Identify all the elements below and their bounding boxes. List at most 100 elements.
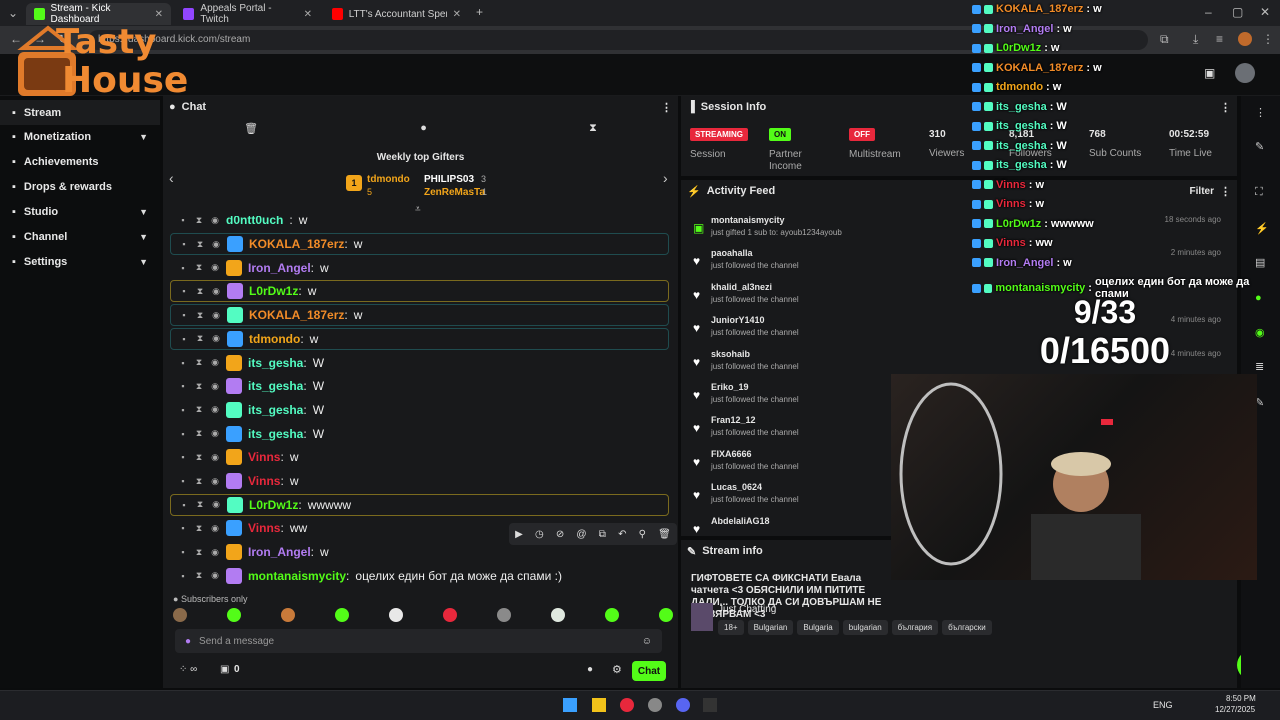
- notes-icon[interactable]: ▤: [1255, 256, 1265, 269]
- timer-icon[interactable]: ⧗: [195, 286, 205, 297]
- username[interactable]: KOKALA_187erz: [249, 308, 344, 322]
- username[interactable]: L0rDw1z: [249, 284, 298, 298]
- gift-icon[interactable]: ▣: [220, 664, 229, 675]
- sidebar-item-studio[interactable]: ▪Studio▼: [0, 199, 160, 224]
- profile-avatar[interactable]: [1238, 32, 1252, 46]
- filter-button[interactable]: Filter: [1190, 186, 1214, 197]
- emote-icon[interactable]: [497, 608, 511, 622]
- gear-icon[interactable]: ⚙: [612, 663, 622, 676]
- chat-message[interactable]: ▪⧗◉tdmondo:w: [170, 328, 669, 350]
- emote-icon[interactable]: [389, 608, 403, 622]
- close-tab-icon[interactable]: ✕: [453, 9, 461, 20]
- shield-icon[interactable]: ◉: [211, 333, 221, 344]
- shield-icon[interactable]: ◉: [211, 239, 221, 250]
- emote-icon[interactable]: [173, 608, 187, 622]
- shield-icon[interactable]: ◉: [210, 357, 220, 368]
- chat-message[interactable]: ▪⧗◉L0rDw1z:wwwww: [170, 494, 669, 516]
- pin-icon[interactable]: ⚲: [639, 529, 646, 540]
- sidebar-item-stream[interactable]: ▪Stream: [0, 100, 160, 125]
- prev-icon[interactable]: ‹: [169, 170, 174, 186]
- new-tab-icon[interactable]: +: [476, 5, 483, 19]
- broadcast-icon[interactable]: ◉: [1255, 326, 1265, 339]
- send-message-input[interactable]: ● Send a message ☺: [175, 629, 662, 653]
- username[interactable]: its_gesha: [248, 356, 303, 370]
- shield-icon[interactable]: ◉: [210, 452, 220, 463]
- terminal-icon[interactable]: [703, 698, 717, 712]
- shield-icon[interactable]: ◉: [210, 547, 220, 558]
- clock-date[interactable]: 12/27/2025: [1215, 705, 1255, 714]
- emoji-icon[interactable]: ☺: [642, 636, 652, 647]
- chat-message[interactable]: ▪⧗◉its_gesha:W: [170, 399, 669, 421]
- username[interactable]: montanaismycity: [248, 569, 346, 583]
- chat-message[interactable]: ▪⧗◉KOKALA_187erz:w: [170, 233, 669, 255]
- tag[interactable]: Bulgaria: [797, 620, 838, 635]
- emote-icon[interactable]: [605, 608, 619, 622]
- activity-user[interactable]: sksohaib: [711, 349, 750, 359]
- discord-icon[interactable]: [676, 698, 690, 712]
- tag[interactable]: български: [942, 620, 992, 635]
- timer-icon[interactable]: ⧗: [194, 523, 204, 534]
- chat-mode-icon[interactable]: ●: [420, 122, 427, 140]
- username[interactable]: Vinns: [248, 521, 280, 535]
- trash-icon[interactable]: ▪: [178, 547, 188, 557]
- shield-icon[interactable]: ◉: [211, 499, 221, 510]
- copy-icon[interactable]: ⧉: [599, 529, 606, 540]
- timer-icon[interactable]: ⧗: [194, 476, 204, 487]
- shield-icon[interactable]: ◉: [211, 286, 221, 297]
- pencil-icon[interactable]: ✎: [1255, 140, 1264, 153]
- maximize-icon[interactable]: ▢: [1232, 5, 1243, 19]
- sidebar-item-monetization[interactable]: ▪Monetization▼: [0, 124, 160, 149]
- sidebar-item-channel[interactable]: ▪Channel▼: [0, 224, 160, 249]
- trash-icon[interactable]: ▪: [178, 429, 188, 439]
- points-icon[interactable]: ⁘ ∞: [179, 664, 197, 675]
- activity-user[interactable]: FIXA6666: [711, 449, 752, 459]
- clock-time[interactable]: 8:50 PM: [1226, 694, 1256, 703]
- chat-message[interactable]: ▪⧗◉KOKALA_187erz:w: [170, 304, 669, 326]
- username[interactable]: Vinns: [248, 450, 280, 464]
- reply-icon[interactable]: @: [576, 529, 586, 540]
- trash-icon[interactable]: ▪: [178, 405, 188, 415]
- timer-icon[interactable]: ⧗: [589, 122, 597, 140]
- timer-icon[interactable]: ⧗: [194, 357, 204, 368]
- start-icon[interactable]: [563, 698, 577, 712]
- emote-icon[interactable]: [281, 608, 295, 622]
- activity-user[interactable]: Fran12_12: [711, 415, 756, 425]
- chat-message[interactable]: ▪⧗◉Vinns:w: [170, 470, 669, 492]
- chat-message[interactable]: ▪⧗◉ d0ntt0uch: w: [170, 216, 669, 231]
- trash-icon[interactable]: ▪: [178, 571, 188, 581]
- play-icon[interactable]: ▶: [515, 529, 523, 540]
- lightning-icon[interactable]: ⚡: [1255, 222, 1269, 235]
- list-icon[interactable]: ≣: [1255, 360, 1264, 373]
- timer-icon[interactable]: ⧗: [195, 310, 205, 321]
- ban-icon[interactable]: ⊘: [556, 529, 564, 540]
- emote-icon[interactable]: [659, 608, 673, 622]
- activity-menu-icon[interactable]: ⋮: [1220, 185, 1231, 198]
- username[interactable]: KOKALA_187erz: [249, 237, 344, 251]
- collapse-icon[interactable]: ⩡: [415, 204, 421, 215]
- shield-icon[interactable]: ◉: [210, 216, 220, 226]
- activity-user[interactable]: JuniorY1410: [711, 315, 765, 325]
- activity-user[interactable]: Eriko_19: [711, 382, 749, 392]
- chat-send-button[interactable]: Chat: [632, 661, 666, 681]
- shield-icon[interactable]: ◉: [210, 523, 220, 534]
- timer-icon[interactable]: ⧗: [194, 404, 204, 415]
- tab-twitch-appeals[interactable]: Appeals Portal - Twitch ✕: [175, 3, 320, 25]
- timer-icon[interactable]: ⧗: [194, 216, 204, 226]
- trash-icon[interactable]: ▪: [178, 523, 188, 533]
- trash-icon[interactable]: ▪: [179, 500, 189, 510]
- emote-icon[interactable]: [443, 608, 457, 622]
- activity-user[interactable]: montanaismycity: [711, 215, 785, 225]
- trash-icon[interactable]: 🗑: [244, 122, 258, 140]
- minimize-icon[interactable]: –: [1205, 5, 1212, 19]
- shield-icon[interactable]: ◉: [210, 570, 220, 581]
- username[interactable]: tdmondo: [249, 332, 300, 346]
- next-icon[interactable]: ›: [663, 170, 668, 186]
- trash-icon[interactable]: ▪: [178, 263, 188, 273]
- timer-icon[interactable]: ⧗: [195, 499, 205, 510]
- activity-user[interactable]: Lucas_0624: [711, 482, 762, 492]
- category-name[interactable]: Just Chatting: [718, 604, 776, 615]
- emote-icon[interactable]: [227, 608, 241, 622]
- username[interactable]: Vinns: [248, 474, 280, 488]
- timer-icon[interactable]: ⧗: [194, 570, 204, 581]
- emote-icon[interactable]: [335, 608, 349, 622]
